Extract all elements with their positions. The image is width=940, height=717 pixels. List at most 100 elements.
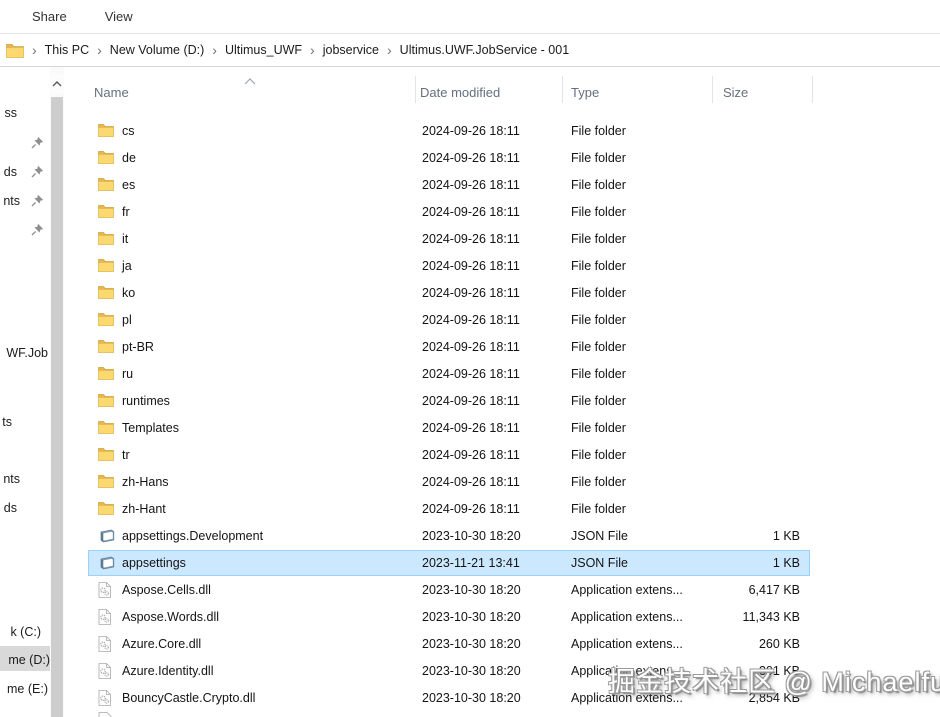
file-date-modified: 2024-09-26 18:11 <box>422 205 520 219</box>
dll-file-icon <box>98 663 116 680</box>
file-date-modified: 2024-09-26 18:11 <box>422 232 520 246</box>
breadcrumb-separator-icon[interactable]: › <box>387 43 392 57</box>
breadcrumb-item[interactable]: jobservice <box>323 43 379 57</box>
sidebar-item[interactable]: ts <box>0 414 12 430</box>
file-type: File folder <box>571 259 626 273</box>
column-separator[interactable] <box>812 76 813 103</box>
sidebar-item[interactable]: ss <box>0 105 18 121</box>
file-date-modified: 2024-09-26 18:11 <box>422 178 520 192</box>
table-row[interactable]: cs 2024-09-26 18:11 File folder <box>64 118 940 145</box>
file-name: ja <box>122 259 132 273</box>
table-row[interactable]: pl 2024-09-26 18:11 File folder <box>64 307 940 334</box>
folder-icon <box>98 420 116 437</box>
table-row[interactable]: Aspose.Words.dll 2023-10-30 18:20 Applicat… <box>64 604 940 631</box>
table-row[interactable]: ko 2024-09-26 18:11 File folder <box>64 280 940 307</box>
table-row[interactable]: tr 2024-09-26 18:11 File folder <box>64 442 940 469</box>
sidebar-item[interactable]: k (C:) <box>0 624 41 640</box>
file-date-modified: 2024-09-26 18:11 <box>422 448 520 462</box>
sidebar-item[interactable]: me (D:) <box>0 652 50 668</box>
sidebar-item[interactable]: nts <box>0 193 20 209</box>
table-row[interactable]: zh-Hant 2024-09-26 18:11 File folder <box>64 496 940 523</box>
file-type: File folder <box>571 367 626 381</box>
table-row[interactable]: Templates 2024-09-26 18:11 File folder <box>64 415 940 442</box>
column-separator[interactable] <box>562 76 563 103</box>
file-type: File folder <box>571 124 626 138</box>
table-row[interactable]: fr 2024-09-26 18:11 File folder <box>64 199 940 226</box>
watermark-text: 掘金技术社区 @ Michaelfu <box>608 667 940 697</box>
dll-file-icon <box>98 582 116 599</box>
table-row[interactable]: ru 2024-09-26 18:11 File folder <box>64 361 940 388</box>
file-date-modified: 2024-09-26 18:11 <box>422 259 520 273</box>
sidebar-item[interactable]: ds <box>0 164 17 180</box>
table-row[interactable]: ja 2024-09-26 18:11 File folder <box>64 253 940 280</box>
column-separator[interactable] <box>712 76 713 103</box>
breadcrumb-separator-icon[interactable]: › <box>310 43 315 57</box>
partial-next-row-icon <box>98 712 112 717</box>
column-header-name[interactable]: Name <box>94 85 129 100</box>
file-size: 6,417 KB <box>748 583 800 597</box>
breadcrumb-item[interactable]: This PC <box>45 43 89 57</box>
json-file-icon <box>98 555 116 572</box>
breadcrumb-separator-icon[interactable]: › <box>212 43 217 57</box>
file-list: Name Date modified Type Size cs 2024-09-26 1… <box>64 67 940 717</box>
file-name: cs <box>122 124 135 138</box>
file-date-modified: 2023-10-30 18:20 <box>422 583 521 597</box>
json-file-icon <box>98 528 116 545</box>
table-row[interactable]: runtimes 2024-09-26 18:11 File folder <box>64 388 940 415</box>
file-date-modified: 2023-10-30 18:20 <box>422 637 521 651</box>
file-name: zh-Hans <box>122 475 169 489</box>
table-row[interactable]: appsettings.Development 2023-10-30 18:20 J… <box>64 523 940 550</box>
column-separator[interactable] <box>415 76 416 103</box>
dll-file-icon <box>98 636 116 653</box>
file-name: Azure.Identity.dll <box>122 664 214 678</box>
folder-icon <box>98 366 116 383</box>
folder-icon <box>98 150 116 167</box>
file-name: BouncyCastle.Crypto.dll <box>122 691 256 705</box>
ribbon-tab-bar: Share View <box>0 0 940 34</box>
column-header-type[interactable]: Type <box>571 85 599 100</box>
file-name: appsettings.Development <box>122 529 264 543</box>
pin-icon <box>31 165 44 178</box>
pin-icon <box>31 194 44 207</box>
table-row[interactable]: it 2024-09-26 18:11 File folder <box>64 226 940 253</box>
breadcrumb-item[interactable]: Ultimus_UWF <box>225 43 302 57</box>
sidebar-item[interactable]: WF.Job <box>0 345 48 361</box>
file-size: 1 KB <box>772 556 800 570</box>
sidebar-item[interactable]: me (E:) <box>0 681 48 697</box>
nav-scrollbar[interactable] <box>50 67 64 717</box>
table-row[interactable]: pt-BR 2024-09-26 18:11 File folder <box>64 334 940 361</box>
table-row[interactable]: de 2024-09-26 18:11 File folder <box>64 145 940 172</box>
scrollbar-up-arrow-icon[interactable] <box>50 75 64 93</box>
file-name: es <box>122 178 136 192</box>
folder-icon <box>98 123 116 140</box>
table-row[interactable]: es 2024-09-26 18:11 File folder <box>64 172 940 199</box>
breadcrumb-separator-icon[interactable]: › <box>32 43 37 57</box>
folder-icon <box>98 177 116 194</box>
table-row[interactable]: zh-Hans 2024-09-26 18:11 File folder <box>64 469 940 496</box>
table-row[interactable]: Azure.Core.dll 2023-10-30 18:20 Applicatio… <box>64 631 940 658</box>
sidebar-item[interactable]: ds <box>0 500 17 516</box>
breadcrumb-separator-icon[interactable]: › <box>97 43 102 57</box>
ribbon-tab-share[interactable]: Share <box>22 5 77 28</box>
column-header-size[interactable]: Size <box>723 85 748 100</box>
file-size: 260 KB <box>758 637 800 651</box>
file-name: fr <box>122 205 130 219</box>
file-date-modified: 2024-09-26 18:11 <box>422 367 520 381</box>
file-name: ko <box>122 286 136 300</box>
file-type: File folder <box>571 232 626 246</box>
table-row[interactable]: appsettings 2023-11-21 13:41 JSON File 1 KB <box>64 550 940 577</box>
file-date-modified: 2024-09-26 18:11 <box>422 421 520 435</box>
address-bar[interactable]: › This PC › New Volume (D:) › Ultimus_UWF › job… <box>0 34 940 67</box>
scrollbar-thumb[interactable] <box>51 97 63 717</box>
folder-icon <box>98 312 116 329</box>
file-date-modified: 2023-10-30 18:20 <box>422 664 521 678</box>
folder-icon <box>98 474 116 491</box>
table-row[interactable]: Aspose.Cells.dll 2023-10-30 18:20 Applicat… <box>64 577 940 604</box>
breadcrumb-item[interactable]: Ultimus.UWF.JobService - 001 <box>400 43 570 57</box>
folder-icon <box>98 393 116 410</box>
ribbon-tab-view[interactable]: View <box>95 5 143 28</box>
column-header-date-modified[interactable]: Date modified <box>420 85 500 100</box>
sidebar-item[interactable]: nts <box>0 471 20 487</box>
breadcrumb-item[interactable]: New Volume (D:) <box>110 43 204 57</box>
file-type: File folder <box>571 394 626 408</box>
